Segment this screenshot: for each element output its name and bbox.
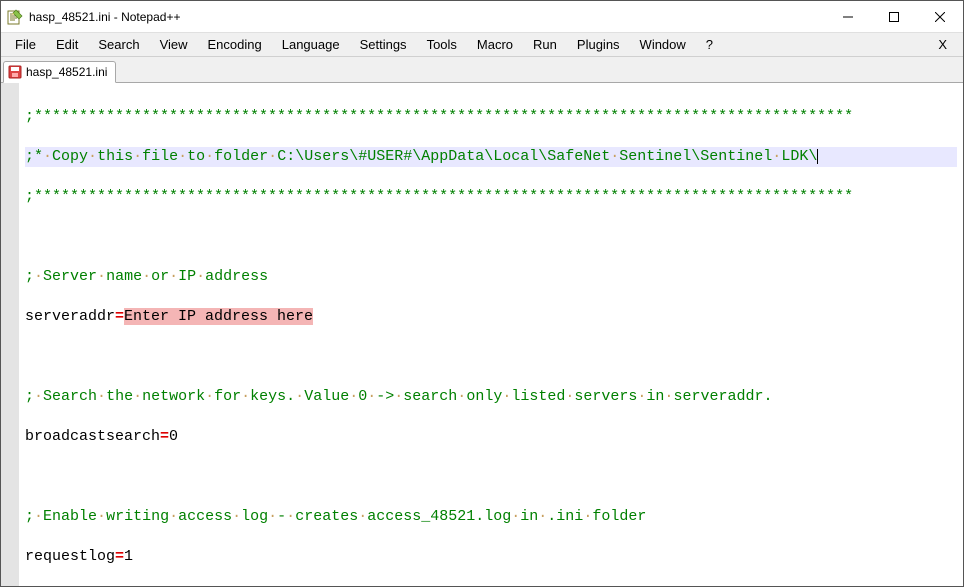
menu-language[interactable]: Language — [272, 35, 350, 54]
close-button[interactable] — [917, 1, 963, 32]
title-bar: hasp_48521.ini - Notepad++ — [1, 1, 963, 33]
menu-bar: File Edit Search View Encoding Language … — [1, 33, 963, 57]
window-title: hasp_48521.ini - Notepad++ — [29, 10, 825, 24]
menu-edit[interactable]: Edit — [46, 35, 88, 54]
maximize-button[interactable] — [871, 1, 917, 32]
menu-help[interactable]: ? — [696, 35, 723, 54]
menu-run[interactable]: Run — [523, 35, 567, 54]
menu-file[interactable]: File — [5, 35, 46, 54]
menu-search[interactable]: Search — [88, 35, 149, 54]
tab-bar: hasp_48521.ini — [1, 57, 963, 83]
tab-label: hasp_48521.ini — [26, 65, 107, 79]
menu-window[interactable]: Window — [630, 35, 696, 54]
file-unsaved-icon — [8, 65, 22, 79]
notepadpp-icon — [7, 9, 23, 25]
menu-macro[interactable]: Macro — [467, 35, 523, 54]
editor-area[interactable]: ;***************************************… — [1, 83, 963, 586]
close-doc-button[interactable]: X — [926, 35, 959, 54]
menu-settings[interactable]: Settings — [350, 35, 417, 54]
menu-encoding[interactable]: Encoding — [198, 35, 272, 54]
menu-tools[interactable]: Tools — [417, 35, 467, 54]
menu-view[interactable]: View — [150, 35, 198, 54]
text-caret — [817, 149, 818, 164]
minimize-button[interactable] — [825, 1, 871, 32]
menu-plugins[interactable]: Plugins — [567, 35, 630, 54]
window-controls — [825, 1, 963, 32]
document-tab[interactable]: hasp_48521.ini — [3, 61, 116, 83]
